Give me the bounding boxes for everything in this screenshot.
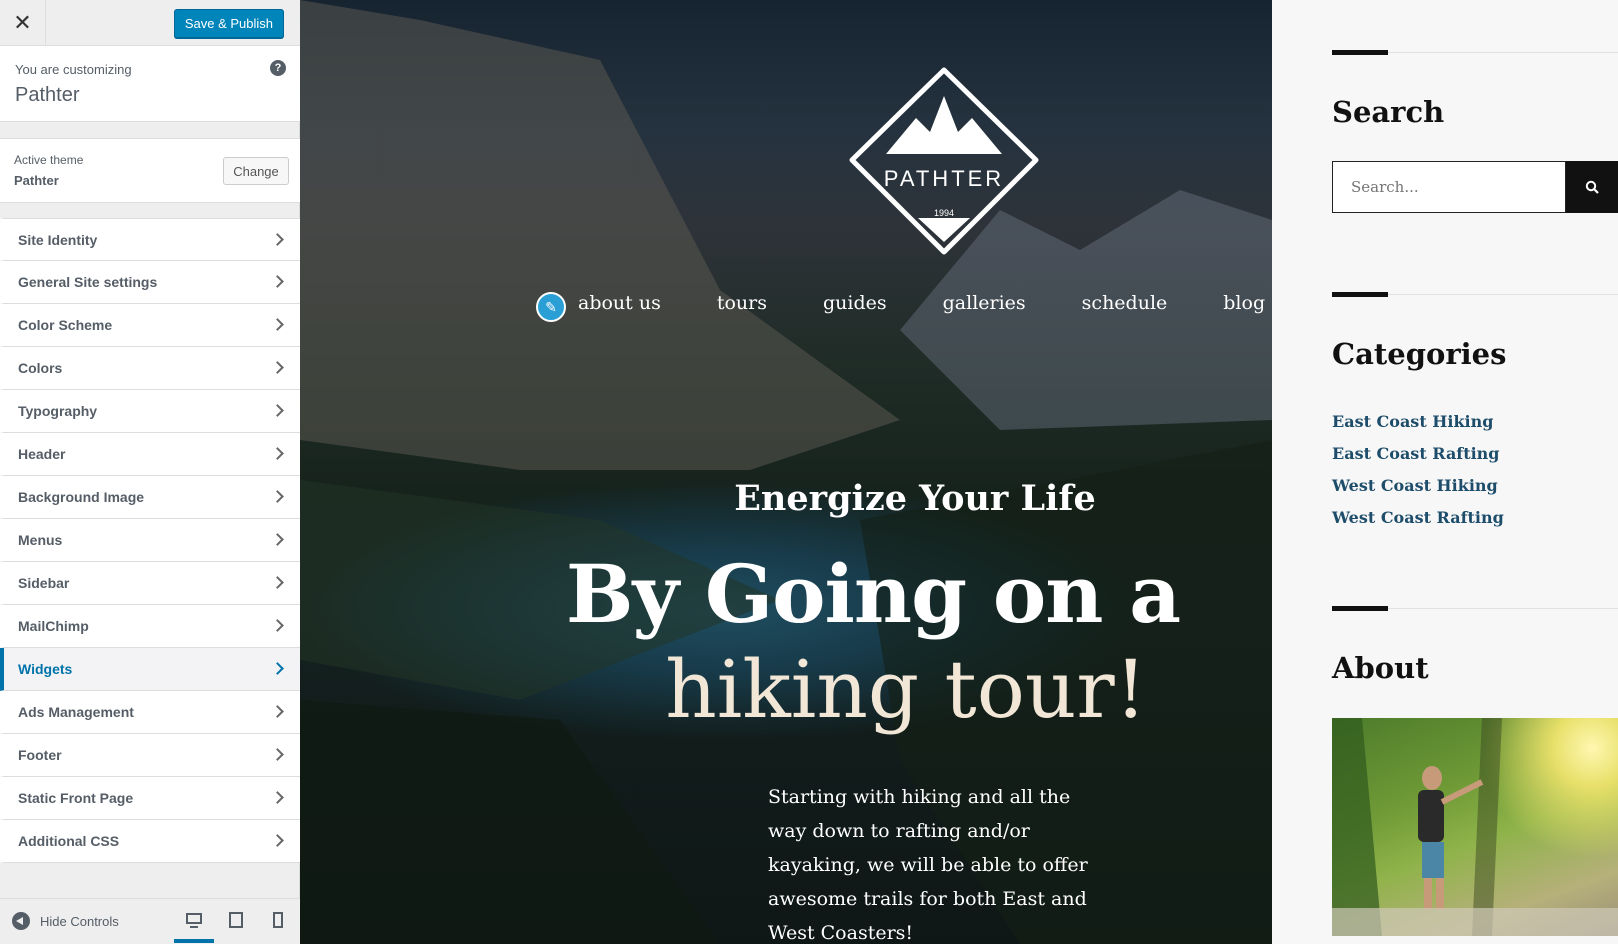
- hero-section: PATHTER 1994 ✎ about us tours guides galler…: [300, 0, 1272, 944]
- chevron-right-icon: [271, 705, 284, 718]
- customizer-panel: ✕ Save & Publish You are customizing Pat…: [0, 0, 300, 944]
- section-label: Header: [18, 446, 66, 462]
- nav-item-about-us[interactable]: about us: [578, 292, 661, 314]
- hero-tagline: Energize Your Life: [734, 478, 1096, 519]
- section-ads-management[interactable]: Ads Management: [0, 691, 300, 734]
- section-label: General Site settings: [18, 274, 158, 290]
- section-sidebar[interactable]: Sidebar: [0, 562, 300, 605]
- nav-item-guides[interactable]: guides: [823, 292, 887, 314]
- category-link[interactable]: East Coast Hiking: [1332, 406, 1504, 438]
- chevron-right-icon: [271, 404, 284, 417]
- chevron-right-icon: [271, 233, 284, 246]
- change-theme-button[interactable]: Change: [223, 157, 289, 185]
- edit-pencil-icon[interactable]: ✎: [536, 292, 566, 322]
- customizing-label: You are customizing: [15, 62, 132, 77]
- preview-desktop-button[interactable]: [174, 909, 214, 943]
- nav-item-schedule[interactable]: schedule: [1082, 292, 1168, 314]
- chevron-right-icon: [271, 533, 284, 546]
- hero-headline-line-1: By Going on a: [565, 547, 1181, 641]
- chevron-right-icon: [271, 791, 284, 804]
- section-label: MailChimp: [18, 618, 89, 634]
- hide-controls-button[interactable]: Hide Controls: [12, 912, 119, 930]
- site-name: Pathter: [15, 84, 80, 106]
- nav-item-galleries[interactable]: galleries: [943, 292, 1026, 314]
- close-customizer-button[interactable]: ✕: [0, 0, 46, 46]
- save-publish-button[interactable]: Save & Publish: [173, 9, 284, 38]
- customizer-sections: Site Identity General Site settings Color …: [0, 218, 300, 863]
- section-label: Additional CSS: [18, 833, 120, 849]
- section-header[interactable]: Header: [0, 433, 300, 476]
- customizer-header: ✕ Save & Publish: [0, 0, 300, 46]
- chevron-right-icon: [271, 447, 284, 460]
- section-mailchimp[interactable]: MailChimp: [0, 605, 300, 648]
- help-icon[interactable]: ?: [270, 60, 286, 76]
- section-menus[interactable]: Menus: [0, 519, 300, 562]
- section-label: Color Scheme: [18, 317, 113, 333]
- active-theme-label: Active theme: [14, 153, 84, 167]
- section-site-identity[interactable]: Site Identity: [0, 218, 300, 261]
- preview-mobile-button[interactable]: [258, 909, 298, 943]
- section-label: Menus: [18, 532, 63, 548]
- chevron-right-icon: [271, 318, 284, 331]
- collapse-arrow-icon: [12, 912, 30, 930]
- about-widget: About: [1332, 606, 1618, 685]
- customizing-info: You are customizing Pathter ?: [0, 46, 300, 122]
- pathter-logo: PATHTER 1994: [849, 67, 1039, 255]
- section-label: Widgets: [18, 661, 73, 677]
- category-link[interactable]: West Coast Rafting: [1332, 502, 1504, 534]
- section-static-front-page[interactable]: Static Front Page: [0, 777, 300, 820]
- search-widget-title: Search: [1332, 95, 1445, 129]
- customizer-footer: Hide Controls: [0, 898, 300, 944]
- section-typography[interactable]: Typography: [0, 390, 300, 433]
- section-label: Static Front Page: [18, 790, 134, 806]
- site-preview: PATHTER 1994 ✎ about us tours guides galler…: [300, 0, 1618, 944]
- hero-headline-line-2: hiking tour!: [665, 643, 1147, 736]
- chevron-right-icon: [271, 619, 284, 632]
- hero-description: Starting with hiking and all the way dow…: [768, 786, 1088, 944]
- section-background-image[interactable]: Background Image: [0, 476, 300, 519]
- section-widgets[interactable]: Widgets: [0, 648, 300, 691]
- chevron-right-icon: [271, 834, 284, 847]
- preview-tablet-button[interactable]: [216, 909, 256, 943]
- chevron-right-icon: [271, 748, 284, 761]
- section-label: Background Image: [18, 489, 145, 505]
- section-label: Typography: [18, 403, 98, 419]
- section-colors[interactable]: Colors: [0, 347, 300, 390]
- section-additional-css[interactable]: Additional CSS: [0, 820, 300, 863]
- search-icon: [1585, 180, 1599, 194]
- section-label: Ads Management: [18, 704, 134, 720]
- active-theme-name: Pathter: [14, 173, 59, 188]
- section-label: Sidebar: [18, 575, 70, 591]
- logo-text: PATHTER: [884, 166, 1004, 191]
- category-link[interactable]: East Coast Rafting: [1332, 438, 1504, 470]
- section-label: Site Identity: [18, 232, 98, 248]
- categories-list: East Coast Hiking East Coast Rafting West …: [1332, 406, 1504, 534]
- chevron-right-icon: [271, 490, 284, 503]
- search-input[interactable]: [1332, 161, 1566, 213]
- categories-widget-title: Categories: [1332, 337, 1507, 371]
- nav-item-blog[interactable]: blog: [1223, 292, 1265, 314]
- search-widget: Search: [1332, 50, 1618, 129]
- hide-controls-label: Hide Controls: [40, 913, 119, 929]
- chevron-right-icon: [271, 361, 284, 374]
- search-button[interactable]: [1566, 161, 1618, 213]
- logo-year: 1994: [934, 208, 954, 218]
- active-theme-box: Active theme Pathter Change: [0, 138, 300, 203]
- main-navigation: ✎ about us tours guides galleries schedule bl…: [536, 284, 1272, 322]
- categories-widget: Categories: [1332, 292, 1618, 371]
- chevron-right-icon: [271, 576, 284, 589]
- category-link[interactable]: West Coast Hiking: [1332, 470, 1504, 502]
- nav-item-tours[interactable]: tours: [717, 292, 767, 314]
- section-label: Footer: [18, 747, 62, 763]
- close-icon: ✕: [13, 10, 32, 35]
- section-general-site-settings[interactable]: General Site settings: [0, 261, 300, 304]
- section-footer[interactable]: Footer: [0, 734, 300, 777]
- chevron-right-icon: [271, 662, 284, 675]
- site-sidebar: Search Categories East Coast HikingEast …: [1272, 0, 1618, 944]
- chevron-right-icon: [271, 275, 284, 288]
- hiker-photo: [1332, 718, 1618, 936]
- about-widget-title: About: [1332, 651, 1429, 685]
- section-label: Colors: [18, 360, 63, 376]
- section-color-scheme[interactable]: Color Scheme: [0, 304, 300, 347]
